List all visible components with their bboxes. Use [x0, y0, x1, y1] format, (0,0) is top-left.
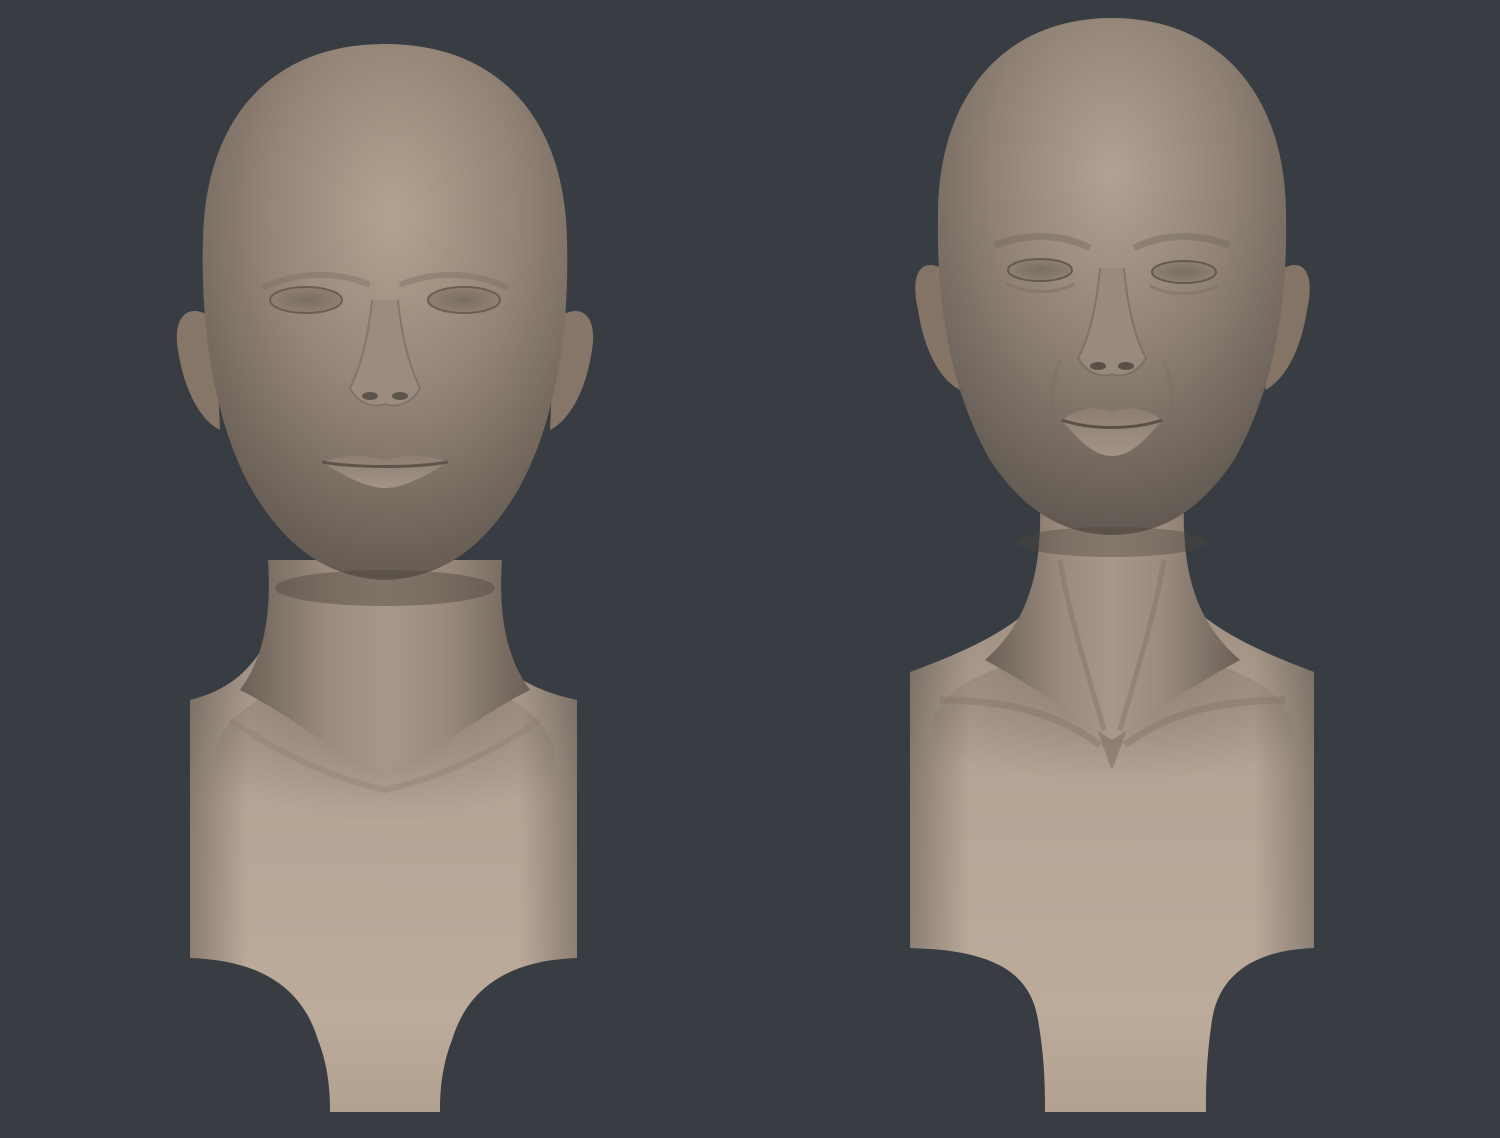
left-eye-l: [269, 286, 343, 314]
left-eye-r: [427, 286, 501, 314]
sculpt-render: [176, 18, 1314, 1112]
right-eye-l: [1007, 258, 1073, 282]
right-bust: [910, 18, 1314, 1112]
viewport: [0, 0, 1500, 1138]
right-eye-r: [1151, 260, 1217, 284]
left-bust: [176, 44, 594, 1112]
